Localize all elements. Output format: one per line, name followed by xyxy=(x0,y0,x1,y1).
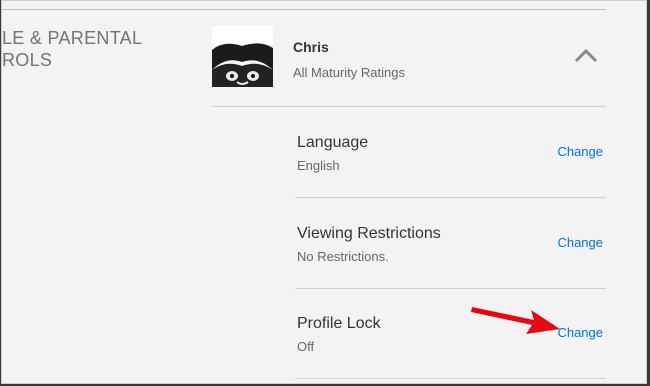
divider xyxy=(295,197,606,198)
annotation-arrow-icon xyxy=(470,298,562,338)
change-profile-lock-link[interactable]: Change xyxy=(557,325,603,340)
collapse-chevron-icon[interactable] xyxy=(572,46,600,66)
change-language-link[interactable]: Change xyxy=(557,144,603,159)
setting-profile-lock-label: Profile Lock xyxy=(297,315,381,332)
section-title-line1: LE & PARENTAL xyxy=(2,28,143,48)
top-divider xyxy=(2,9,606,10)
section-title-line2: ROLS xyxy=(2,50,53,70)
setting-viewing-restrictions-value: No Restrictions. xyxy=(297,249,389,264)
profile-avatar[interactable] xyxy=(212,26,273,87)
avatar-icon xyxy=(212,26,273,87)
setting-language-value: English xyxy=(297,158,340,173)
divider xyxy=(295,288,606,289)
setting-viewing-restrictions-label: Viewing Restrictions xyxy=(297,225,441,242)
section-title: LE & PARENTAL ROLS xyxy=(2,27,162,71)
profile-name: Chris xyxy=(293,39,329,55)
change-viewing-restrictions-link[interactable]: Change xyxy=(557,235,603,250)
account-panel: LE & PARENTAL ROLS Chris All Maturity Ra… xyxy=(1,0,647,384)
setting-profile-lock-value: Off xyxy=(297,339,315,354)
divider xyxy=(295,378,606,379)
setting-language-label: Language xyxy=(297,134,369,151)
profile-maturity: All Maturity Ratings xyxy=(293,65,405,80)
divider xyxy=(212,106,606,107)
